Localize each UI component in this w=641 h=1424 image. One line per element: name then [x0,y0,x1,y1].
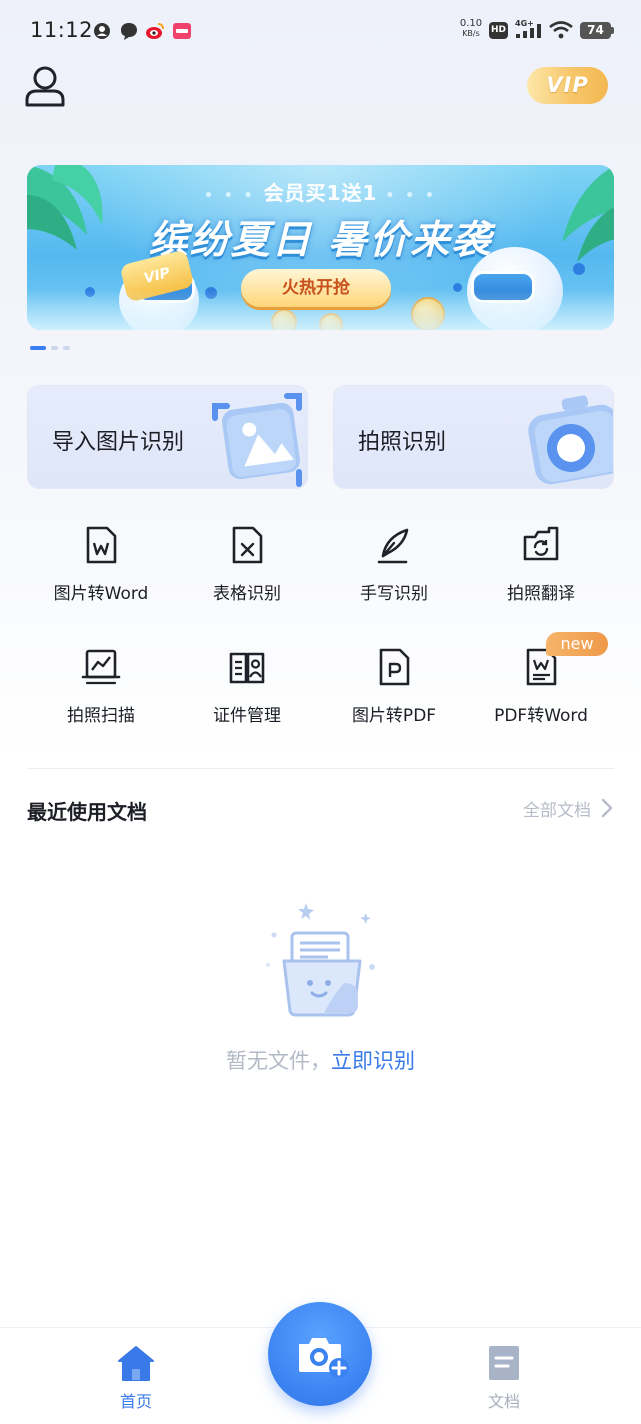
recognize-now-link[interactable]: 立即识别 [331,1049,415,1073]
status-bar: 11:12 0.10 KB/s HD 4G+ 74 [0,0,641,62]
battery-indicator: 74 [580,22,614,39]
import-image-recognize-card[interactable]: 导入图片识别 [27,385,308,489]
pdf-doc-icon [379,648,410,686]
wifi-icon [549,21,573,39]
status-time: 11:12 [30,18,94,42]
tool-handwriting-recognize[interactable]: 手写识别 [319,525,469,604]
banner-cta-button[interactable]: 火热开抢 [241,269,391,307]
app-notification-icon [94,23,110,39]
section-divider [27,768,614,769]
user-profile-icon[interactable] [24,64,66,108]
id-card-icon [229,652,265,684]
weibo-notification-icon [146,23,164,39]
empty-box-illustration [266,903,375,1017]
tool-image-to-pdf-label: 图片转PDF [351,706,437,726]
tool-id-management[interactable]: 证件管理 [172,647,322,726]
video-app-notification-icon [173,23,191,39]
tool-handwriting-recognize-label: 手写识别 [360,584,428,604]
all-docs-link[interactable]: 全部文档 [523,796,591,821]
pager-dot-active [30,346,46,350]
home-icon [118,1346,154,1381]
photo-recognize-label: 拍照识别 [358,430,447,455]
nav-docs-label: 文档 [487,1392,520,1411]
tool-image-to-pdf[interactable]: 图片转PDF [319,647,469,726]
all-docs-label: 全部文档 [523,801,591,821]
tool-photo-scan-label: 拍照扫描 [67,706,135,726]
camera-plus-icon [299,1338,349,1378]
network-speed: 0.10 KB/s [459,18,483,39]
word-doc-icon [86,526,117,564]
scan-chart-icon [81,649,121,685]
camera-translate-icon [523,526,559,561]
nav-home-tab[interactable]: 首页 [96,1344,176,1412]
banner-ball [573,263,585,275]
tool-photo-translate[interactable]: 拍照翻译 [466,525,616,604]
excel-doc-icon [232,526,263,564]
chat-notification-icon [121,23,137,40]
new-badge: new [546,632,608,656]
empty-state-text: 暂无文件，立即识别 [0,1045,641,1075]
pager-dot [63,346,70,350]
banner-kicker: • • • 会员买1送1 • • • [204,181,437,205]
scan-camera-button[interactable] [268,1302,372,1406]
recent-docs-title: 最近使用文档 [27,800,147,824]
tool-table-recognize-label: 表格识别 [213,584,281,604]
image-import-icon [212,393,302,487]
tool-table-recognize[interactable]: 表格识别 [172,525,322,604]
camera-icon [528,395,613,485]
empty-state-message: 暂无文件， [226,1049,331,1073]
svg-text:4G+: 4G+ [515,19,534,28]
tool-id-management-label: 证件管理 [213,706,281,726]
tool-pdf-to-word-label: PDF转Word [494,706,588,726]
tool-photo-translate-label: 拍照翻译 [507,584,575,604]
photo-recognize-card[interactable]: 拍照识别 [333,385,614,489]
tool-image-to-word-label: 图片转Word [53,584,149,604]
cellular-signal-icon: 4G+ [515,19,541,38]
promo-banner[interactable]: • • • 会员买1送1 • • • 缤纷夏日 暑价来袭 VIP 火热开抢 [27,165,614,330]
nav-home-label: 首页 [119,1392,152,1411]
pager-dot [51,346,58,350]
hd-voice-indicator: HD [489,22,508,39]
chevron-right-icon[interactable] [600,797,614,819]
document-tab-icon [489,1346,519,1380]
tool-photo-scan[interactable]: 拍照扫描 [26,647,176,726]
import-image-recognize-label: 导入图片识别 [52,430,185,455]
tool-image-to-word[interactable]: 图片转Word [26,525,176,604]
vip-button[interactable]: VIP [527,67,608,104]
nav-docs-tab[interactable]: 文档 [464,1344,544,1412]
tool-pdf-to-word[interactable]: PDF转Word [466,647,616,726]
quill-pen-icon [377,528,409,564]
